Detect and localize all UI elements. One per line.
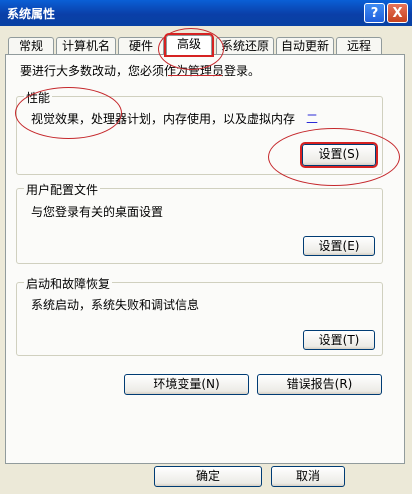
annotation-ring-performance [15, 87, 122, 139]
admin-notice: 要进行大多数改动，您必须作为管理员登录。 [20, 64, 261, 78]
error-reporting-button[interactable]: 错误报告(R) [257, 374, 382, 395]
annotation-mark: 二 [306, 112, 319, 126]
tab-remote[interactable]: 远程 [336, 37, 382, 54]
user-profiles-title: 用户配置文件 [24, 181, 101, 198]
annotation-underline [168, 75, 222, 76]
title-bar: 系统属性 ? X [0, 0, 412, 26]
tab-strip: 常规 计算机名 硬件 高级 系统还原 自动更新 远程 [0, 33, 412, 57]
startup-recovery-description: 系统启动，系统失败和调试信息 [31, 298, 200, 312]
cancel-button[interactable]: 取消 [271, 466, 345, 487]
ok-button[interactable]: 确定 [154, 466, 262, 487]
help-button[interactable]: ? [364, 3, 385, 23]
annotation-ring-settings [268, 128, 400, 186]
close-button[interactable]: X [387, 3, 408, 23]
tab-hardware[interactable]: 硬件 [118, 37, 164, 54]
tab-general[interactable]: 常规 [8, 37, 54, 54]
tab-auto-update[interactable]: 自动更新 [276, 37, 334, 54]
window-title: 系统属性 [7, 7, 56, 21]
tab-advanced[interactable]: 高级 [164, 33, 214, 57]
tab-system-restore[interactable]: 系统还原 [216, 37, 274, 54]
startup-recovery-settings-button[interactable]: 设置(T) [303, 330, 375, 350]
startup-recovery-title: 启动和故障恢复 [24, 275, 113, 292]
user-profiles-description: 与您登录有关的桌面设置 [31, 205, 164, 219]
startup-recovery-group: 启动和故障恢复 系统启动，系统失败和调试信息 设置(T) [16, 275, 383, 356]
user-profiles-settings-button[interactable]: 设置(E) [303, 236, 375, 256]
tab-computer-name[interactable]: 计算机名 [56, 37, 116, 54]
user-profiles-group: 用户配置文件 与您登录有关的桌面设置 设置(E) [16, 181, 383, 264]
environment-variables-button[interactable]: 环境变量(N) [124, 374, 249, 395]
